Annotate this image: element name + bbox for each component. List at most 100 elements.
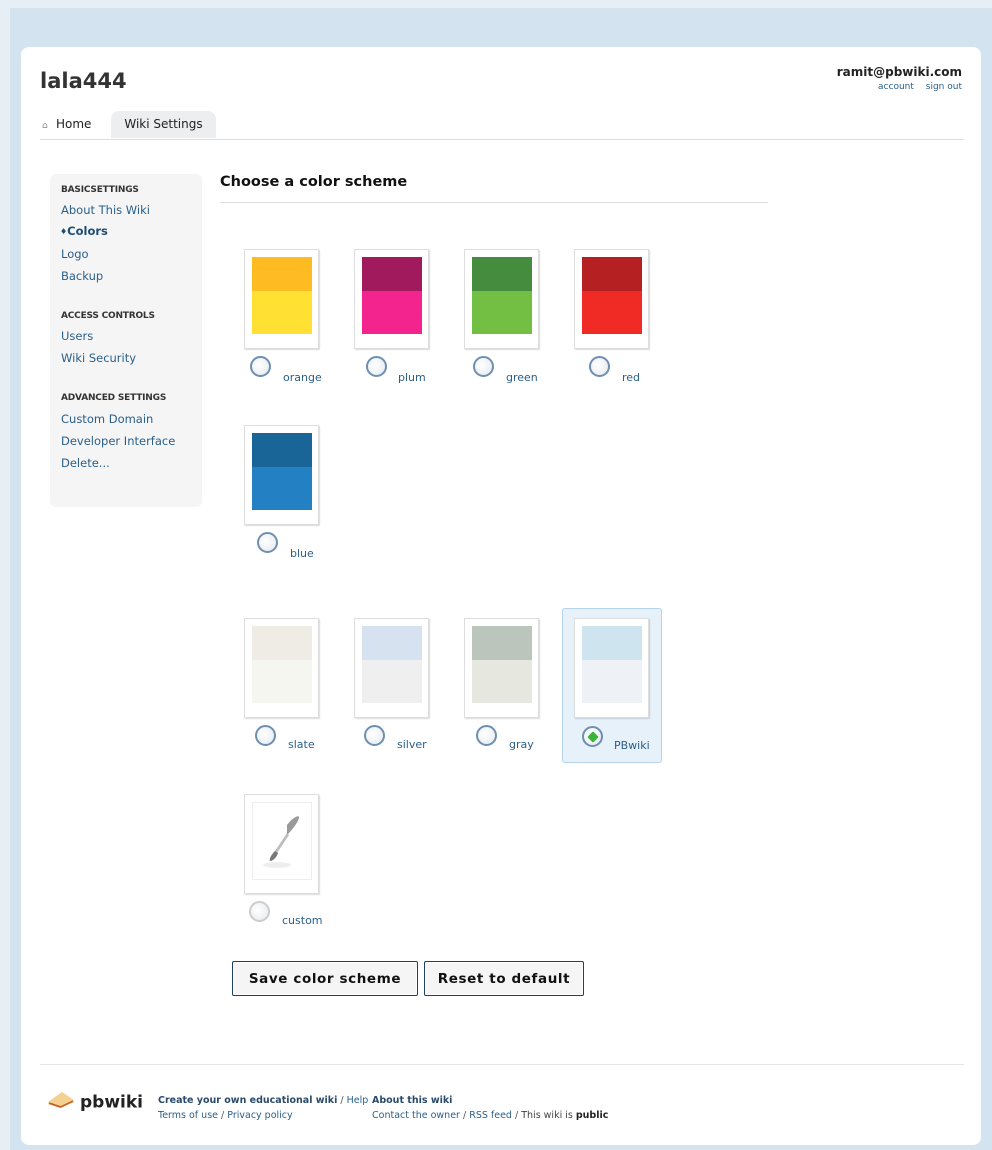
user-email: ramit@pbwiki.com [836, 65, 962, 79]
scheme-label: gray [509, 738, 534, 751]
scheme-red[interactable]: red [574, 249, 674, 404]
sidebar-heading-access: ACCESS CONTROLS [61, 311, 155, 321]
terms-link[interactable]: Terms of use [158, 1110, 218, 1121]
scheme-plum[interactable]: plum [354, 249, 454, 404]
sidebar-heading-advanced: ADVANCED SETTINGS [61, 393, 167, 403]
help-link[interactable]: Help [347, 1095, 369, 1106]
swatch-preview-custom[interactable] [244, 794, 319, 894]
radio-silver[interactable] [364, 725, 385, 746]
scheme-label: slate [288, 738, 315, 751]
sidebar-item-colors-label: Colors [67, 224, 108, 238]
swatch-bottom [472, 291, 532, 334]
swatch-preview[interactable] [464, 618, 539, 718]
pbwiki-logo[interactable]: pbwiki [46, 1090, 143, 1115]
scheme-label: PBwiki [614, 739, 650, 752]
scheme-green[interactable]: green [464, 249, 564, 404]
radio-red[interactable] [589, 356, 610, 377]
swatch-preview[interactable] [244, 425, 319, 525]
radio-blue[interactable] [257, 532, 278, 553]
swatch-bottom [252, 467, 312, 510]
scheme-pbwiki[interactable]: PBwiki [562, 608, 662, 763]
public-value: public [575, 1110, 609, 1121]
swatch-bottom [362, 660, 422, 703]
swatch-preview[interactable] [244, 618, 319, 718]
scheme-label: red [622, 371, 641, 384]
scheme-gray[interactable]: gray [464, 618, 564, 773]
swatch-top [472, 257, 532, 291]
scheme-label: blue [290, 547, 314, 560]
radio-slate[interactable] [255, 725, 276, 746]
tab-settings-label: Wiki Settings [124, 117, 203, 131]
user-box: ramit@pbwiki.com account sign out [837, 65, 962, 92]
swatch-preview[interactable] [464, 249, 539, 349]
sidebar-item-delete[interactable]: Delete... [61, 456, 110, 470]
swatch-bottom [362, 291, 422, 334]
swatch-preview[interactable] [574, 249, 649, 349]
save-color-scheme-button[interactable]: Save color scheme [232, 961, 418, 996]
scheme-label: green [506, 371, 538, 384]
reset-to-default-button[interactable]: Reset to default [424, 961, 584, 996]
rss-feed-link[interactable]: RSS feed [469, 1110, 512, 1121]
tab-home[interactable]: ⌂ Home [42, 111, 91, 138]
home-icon: ⌂ [42, 121, 48, 131]
contact-owner-link[interactable]: Contact the owner [372, 1110, 460, 1121]
scheme-label: custom [282, 914, 323, 927]
swatch-top [582, 257, 642, 291]
radio-pbwiki[interactable] [582, 726, 603, 747]
radio-custom[interactable] [249, 901, 270, 922]
swatch-top [582, 626, 642, 660]
sidebar-item-about[interactable]: About This Wiki [61, 203, 150, 217]
footer-links-right: About this wiki Contact the owner / RSS … [372, 1095, 609, 1121]
public-label: This wiki is [521, 1110, 573, 1121]
swatch-preview[interactable] [354, 618, 429, 718]
scheme-slate[interactable]: slate [244, 618, 344, 773]
sign-out-link[interactable]: sign out [926, 82, 962, 92]
settings-sidebar: BASICSETTINGS About This Wiki ♦Colors Lo… [50, 174, 202, 507]
sidebar-item-developer-interface[interactable]: Developer Interface [61, 434, 175, 448]
page-title: Choose a color scheme [220, 174, 408, 190]
swatch-bottom [582, 291, 642, 334]
swatch-top [252, 257, 312, 291]
sandwich-icon [46, 1090, 76, 1115]
swatch-preview[interactable] [574, 618, 649, 718]
tab-bar: ⌂ Home Wiki Settings [40, 111, 964, 140]
footer-divider [40, 1064, 964, 1065]
swatch-bottom [582, 660, 642, 703]
scheme-custom[interactable]: custom [244, 794, 344, 949]
radio-plum[interactable] [366, 356, 387, 377]
swatch-preview[interactable] [354, 249, 429, 349]
sidebar-item-logo[interactable]: Logo [61, 247, 89, 261]
logo-text: pbwiki [80, 1092, 144, 1113]
create-wiki-link[interactable]: Create your own educational wiki [158, 1095, 337, 1106]
privacy-link[interactable]: Privacy policy [227, 1110, 292, 1121]
tab-wiki-settings[interactable]: Wiki Settings [111, 111, 216, 138]
swatch-top [362, 626, 422, 660]
swatch-top [362, 257, 422, 291]
scheme-orange[interactable]: orange [244, 249, 344, 404]
paintbrush-icon [263, 816, 299, 868]
swatch-bottom [472, 660, 532, 703]
sidebar-item-colors[interactable]: ♦Colors [60, 224, 108, 238]
about-wiki-heading: About this wiki [372, 1095, 453, 1106]
scheme-silver[interactable]: silver [354, 618, 454, 773]
sidebar-heading-basic: BASICSETTINGS [61, 185, 139, 195]
main-card: lala444 ramit@pbwiki.com account sign ou… [21, 47, 981, 1145]
footer-links-left: Create your own educational wiki / Help … [158, 1095, 369, 1121]
radio-green[interactable] [473, 356, 494, 377]
radio-orange[interactable] [250, 356, 271, 377]
tab-home-label: Home [56, 117, 92, 131]
swatch-preview[interactable] [244, 249, 319, 349]
sidebar-item-custom-domain[interactable]: Custom Domain [61, 412, 153, 426]
user-links: account sign out [837, 82, 962, 92]
sidebar-item-backup[interactable]: Backup [61, 269, 103, 283]
title-divider [220, 202, 768, 203]
radio-gray[interactable] [476, 725, 497, 746]
swatch-top [252, 626, 312, 660]
account-link[interactable]: account [878, 82, 914, 92]
sidebar-item-wiki-security[interactable]: Wiki Security [61, 351, 136, 365]
wiki-title: lala444 [40, 69, 127, 93]
scheme-blue[interactable]: blue [244, 425, 344, 580]
sidebar-item-users[interactable]: Users [61, 329, 93, 343]
swatch-top [472, 626, 532, 660]
scheme-label: silver [397, 738, 427, 751]
